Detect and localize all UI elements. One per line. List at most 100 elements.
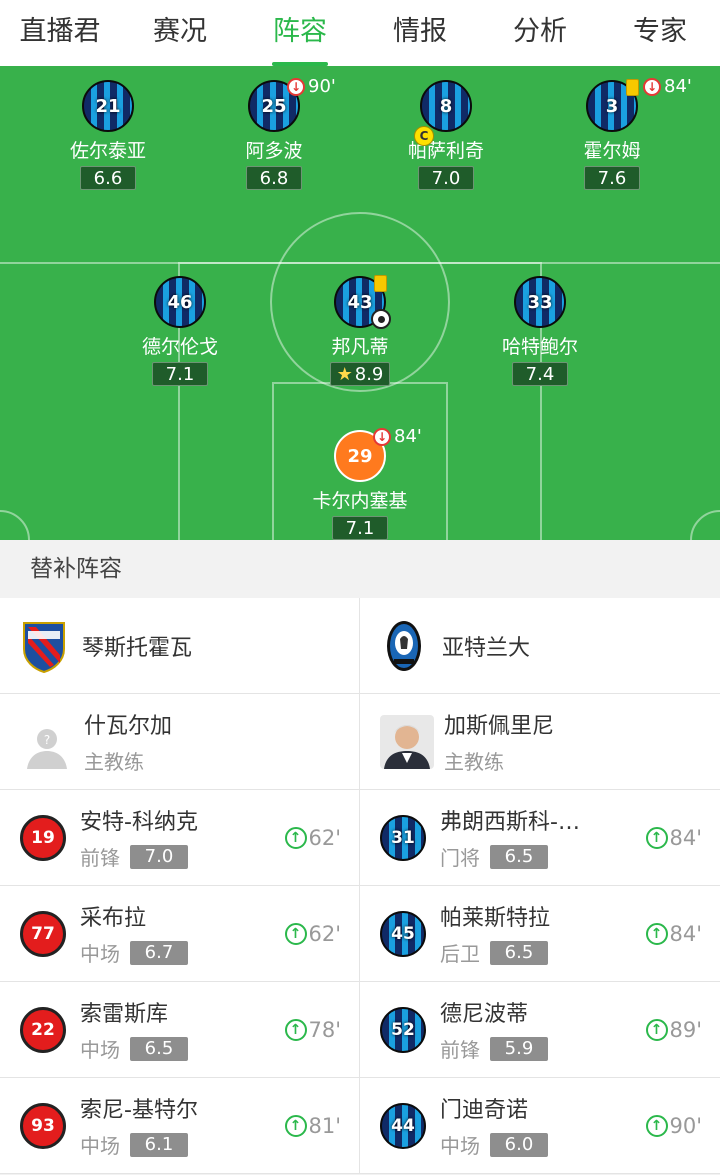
bench-player[interactable]: 22 索雷斯库 中场 6.5 ↑ 78' xyxy=(0,982,360,1077)
bench-player-name: 索尼-基特尔 xyxy=(80,1098,198,1123)
sub-on-tag: ↑ 62' xyxy=(284,921,342,946)
sub-on-tag: ↑ 90' xyxy=(645,1113,703,1138)
jersey-icon: 46 xyxy=(154,276,206,328)
svg-text:?: ? xyxy=(44,733,50,747)
sub-on-minute: 84' xyxy=(669,825,703,850)
teams-row: 琴斯托霍瓦 亚特兰大 xyxy=(0,598,720,694)
sub-on-minute: 90' xyxy=(669,1113,703,1138)
tab-match[interactable]: 赛况 xyxy=(120,0,240,66)
yellow-card-icon xyxy=(374,275,387,292)
bench-player[interactable]: 19 安特-科纳克 前锋 7.0 ↑ 62' xyxy=(0,790,360,885)
bench-player-name: 弗朗西斯科-… xyxy=(440,810,580,835)
corner-arc-right xyxy=(690,510,720,540)
bench-row: 19 安特-科纳克 前锋 7.0 ↑ 62' 31 弗朗西斯科-… 门将 6.5 ↑ 8… xyxy=(0,790,720,886)
player-number: 33 xyxy=(527,291,553,313)
bench-player-position: 后卫 xyxy=(440,942,480,966)
sub-on-tag: ↑ 81' xyxy=(284,1114,341,1138)
sub-off-tag: ↓ 84' xyxy=(373,426,422,447)
sub-on-minute: 62' xyxy=(308,921,342,946)
player-card[interactable]: 29 ↓ 84' 卡尔内塞基 7.1 xyxy=(285,426,435,540)
away-coach[interactable]: 加斯佩里尼 主教练 xyxy=(360,694,720,789)
player-card[interactable]: 8 C 帕萨利奇 7.0 xyxy=(371,80,521,190)
bench-player[interactable]: 77 采布拉 中场 6.7 ↑ 62' xyxy=(0,886,360,981)
coaches-row: ? 什瓦尔加 主教练 加斯佩里尼 主教练 xyxy=(0,694,720,790)
person-placeholder-icon: ? xyxy=(20,715,74,769)
player-card[interactable]: 46 德尔伦戈 7.1 xyxy=(105,276,255,386)
bench-player-position: 门将 xyxy=(440,846,480,870)
sub-on-icon: ↑ xyxy=(284,1114,307,1137)
jersey-icon: 44 xyxy=(380,1102,426,1149)
bench-player-position: 前锋 xyxy=(440,1038,480,1062)
player-name: 霍尔姆 xyxy=(583,140,641,162)
player-card[interactable]: 25 阿多波 6.8 ↓ 90' xyxy=(199,76,349,190)
player-card[interactable]: 3 ↓ 84' 霍尔姆 7.6 xyxy=(537,76,692,190)
sub-off-minute: 84' xyxy=(664,76,692,97)
subs-list: 琴斯托霍瓦 亚特兰大 ? 什瓦尔加 主教练 加斯佩里尼 主教练 19 安特-科纳… xyxy=(0,598,720,1174)
player-card[interactable]: 33 哈特鲍尔 7.4 xyxy=(465,276,615,386)
away-team[interactable]: 亚特兰大 xyxy=(360,598,720,693)
away-team-name: 亚特兰大 xyxy=(442,635,531,661)
bench-player-rating: 6.5 xyxy=(490,940,548,965)
tab-analysis[interactable]: 分析 xyxy=(480,0,600,66)
bench-player[interactable]: 45 帕莱斯特拉 后卫 6.5 ↑ 84' xyxy=(360,886,720,981)
rakow-crest-icon xyxy=(23,621,65,673)
player-name: 卡尔内塞基 xyxy=(312,490,408,512)
sub-on-tag: ↑ 84' xyxy=(645,825,703,850)
bench-row: 77 采布拉 中场 6.7 ↑ 62' 45 帕莱斯特拉 后卫 6.5 ↑ 84' xyxy=(0,886,720,982)
coach-role: 主教练 xyxy=(84,750,144,774)
jersey-icon: 77 xyxy=(20,910,66,957)
bench-player-position: 中场 xyxy=(80,1134,120,1158)
jersey-icon: 22 xyxy=(20,1006,66,1053)
home-team[interactable]: 琴斯托霍瓦 xyxy=(0,598,360,693)
bench-player-position: 前锋 xyxy=(80,846,120,870)
tab-expert[interactable]: 专家 xyxy=(600,0,720,66)
bench-player[interactable]: 93 索尼-基特尔 中场 6.1 ↑ 81' xyxy=(0,1078,360,1173)
bench-player[interactable]: 52 德尼波蒂 前锋 5.9 ↑ 89' xyxy=(360,982,720,1077)
sub-on-icon: ↑ xyxy=(645,826,668,849)
bench-player-position: 中场 xyxy=(80,942,120,966)
player-rating: 7.1 xyxy=(332,516,388,540)
player-name: 佐尔泰亚 xyxy=(69,140,146,162)
jersey-icon: 31 xyxy=(380,814,426,861)
tab-lineup[interactable]: 阵容 xyxy=(240,0,360,66)
coach-photo-avatar xyxy=(380,714,434,769)
tab-live[interactable]: 直播君 xyxy=(0,0,120,66)
sub-off-minute: 84' xyxy=(394,426,422,447)
sub-off-tag: ↓ 90' xyxy=(287,76,336,97)
jersey-icon: 21 xyxy=(82,80,134,132)
player-number: 8 xyxy=(439,95,453,117)
jersey-icon: 52 xyxy=(380,1006,426,1053)
sub-off-tag: ↓ 84' xyxy=(643,76,692,97)
player-rating: 6.6 xyxy=(80,166,136,190)
jersey-icon: 19 xyxy=(20,814,66,861)
tab-intel[interactable]: 情报 xyxy=(360,0,480,66)
player-rating: 7.0 xyxy=(418,166,474,190)
sub-on-icon: ↑ xyxy=(645,922,668,945)
bench-player-rating: 7.0 xyxy=(130,844,188,869)
player-name: 哈特鲍尔 xyxy=(501,336,578,358)
sub-on-icon: ↑ xyxy=(645,1018,668,1041)
bench-player-name: 德尼波蒂 xyxy=(440,1002,529,1027)
player-name: 德尔伦戈 xyxy=(141,336,218,358)
corner-arc-left xyxy=(0,510,30,540)
player-card[interactable]: 21 佐尔泰亚 6.6 xyxy=(33,80,183,190)
jersey-icon: 45 xyxy=(380,910,426,957)
home-coach[interactable]: ? 什瓦尔加 主教练 xyxy=(0,694,360,789)
sub-off-icon: ↓ xyxy=(643,77,661,96)
sub-on-icon: ↑ xyxy=(645,1114,668,1137)
tab-bar: 直播君 赛况 阵容 情报 分析 专家 xyxy=(0,0,720,66)
player-rating: 7.1 xyxy=(152,362,208,386)
jersey-icon: 93 xyxy=(20,1102,66,1149)
player-card[interactable]: 43 邦凡蒂 ★ 8.9 xyxy=(285,275,435,386)
jersey-icon: 8 xyxy=(420,80,472,132)
bench-player-name: 采布拉 xyxy=(80,906,147,931)
bench-player[interactable]: 31 弗朗西斯科-… 门将 6.5 ↑ 84' xyxy=(360,790,720,885)
coach-name: 什瓦尔加 xyxy=(84,714,173,739)
home-team-name: 琴斯托霍瓦 xyxy=(82,635,193,661)
bench-player-name: 帕莱斯特拉 xyxy=(440,906,551,931)
player-name: 阿多波 xyxy=(245,140,303,162)
sub-off-icon: ↓ xyxy=(373,427,391,446)
coach-name: 加斯佩里尼 xyxy=(444,714,555,739)
bench-player-position: 中场 xyxy=(440,1134,480,1158)
bench-player[interactable]: 44 门迪奇诺 中场 6.0 ↑ 90' xyxy=(360,1078,720,1173)
